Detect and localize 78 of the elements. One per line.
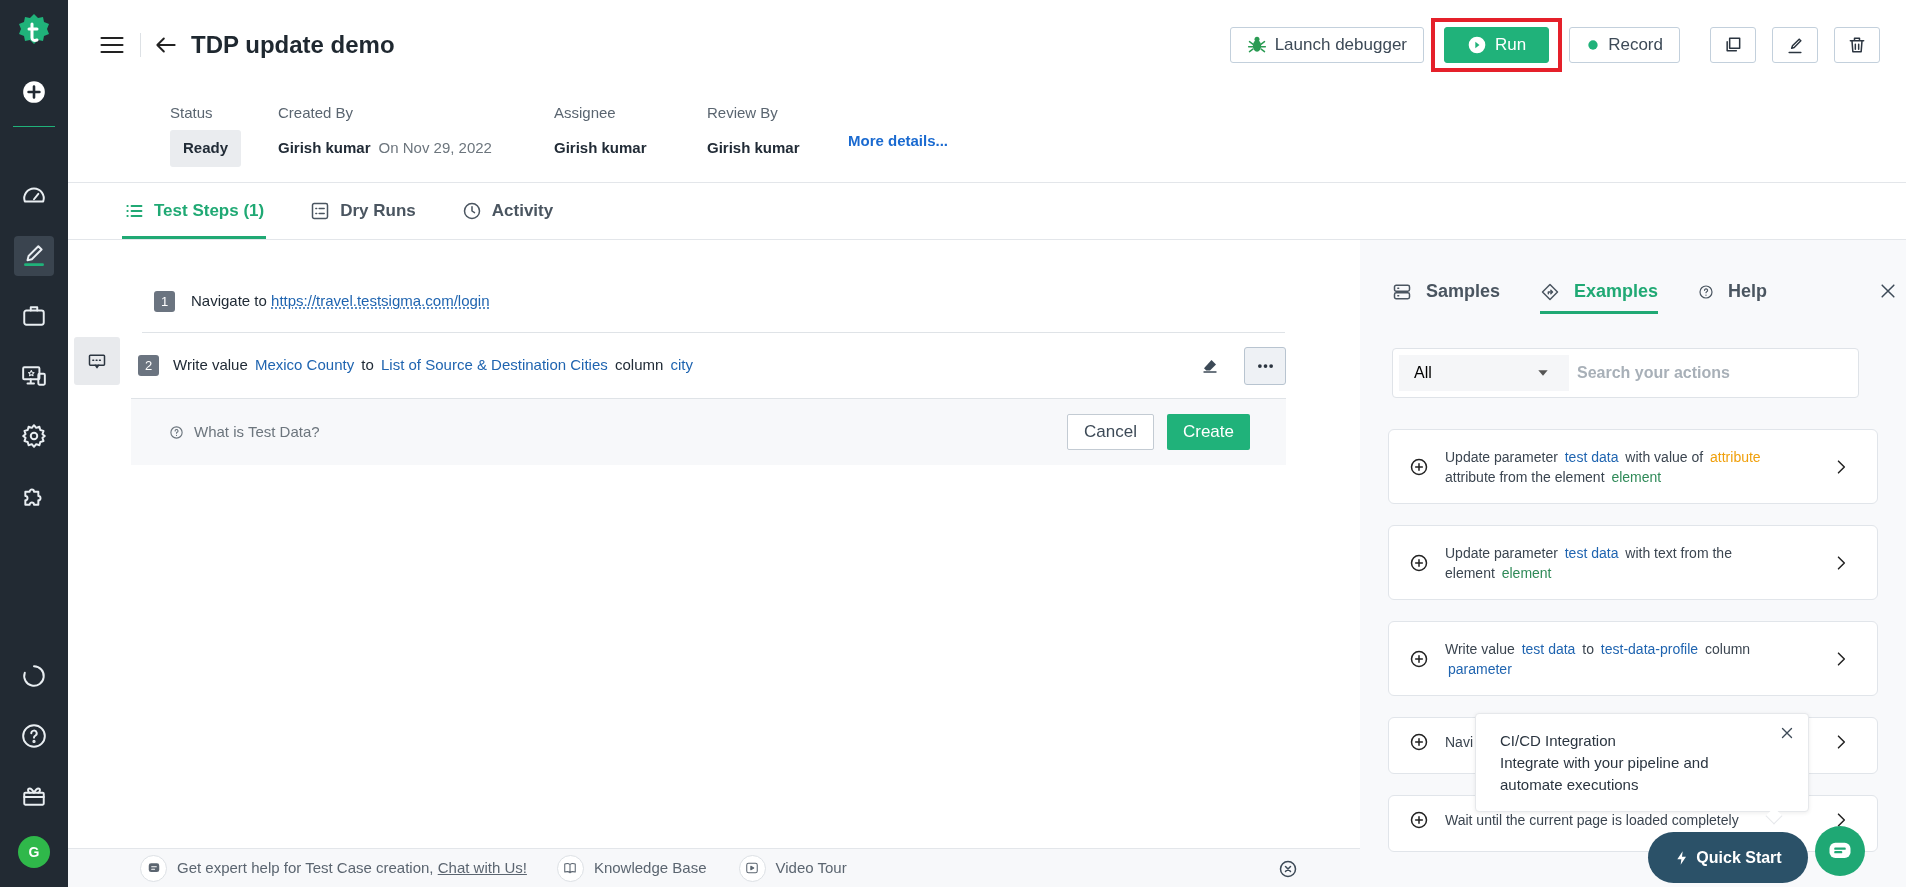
plus-circle-icon [1409,552,1429,573]
loading-icon [21,663,47,689]
url-link[interactable]: https://travel.testsigma.com/login [271,292,490,310]
search-bar[interactable]: All Search your actions [1392,348,1859,398]
record-dot-icon [1586,38,1601,52]
monitor-icon [21,363,47,389]
eraser-icon [1201,357,1219,376]
field-value: Girish kumar [707,138,800,159]
action-text: Wait until the current page is loaded completely [1445,810,1739,830]
step-text: Navigate to https://travel.testsigma.com/login [191,291,490,312]
quick-start-button[interactable]: Quick Start [1648,832,1808,883]
field-label: Status [170,103,214,123]
edit-button[interactable] [1772,27,1818,63]
copy-button[interactable] [1710,27,1756,63]
play-icon [1467,35,1487,55]
debug-button[interactable]: Launch debugger [1229,27,1424,63]
chat-icon [146,861,161,875]
tab[interactable]: Dry Runs [308,183,418,239]
help-link[interactable]: What is Test Data? [194,420,320,444]
field-value: Girish kumar [554,138,647,159]
more-details-link[interactable]: More details... [848,130,949,153]
action-text: Update parameter test data with value of attribute attribute from the element element [1445,447,1762,487]
plus-circle-icon [1409,456,1429,477]
step-text: Write value Mexico County to List of Source & Destination Cities column city [173,355,694,376]
checklist-icon [310,201,331,221]
comment-button[interactable] [74,337,120,385]
field-label: Review By [707,103,779,123]
tab[interactable]: Activity [459,183,556,239]
popover-text: Integrate with your pipeline and automate executions [1500,753,1710,795]
field-value: Girish kumar [278,138,371,159]
step-number: 2 [138,355,159,376]
video-icon [745,861,759,875]
sidebar-item[interactable] [14,236,54,276]
help-text: Get expert help for Test Case creation, Chat with Us! [177,857,527,878]
ellipsis-icon [1257,363,1273,368]
chat-link[interactable]: Chat with Us! [437,858,527,876]
action-card[interactable]: Update parameter test data with value of attribute attribute from the element element [1388,429,1878,504]
briefcase-icon [21,303,47,329]
copy-icon [1723,35,1743,55]
action-card[interactable]: Update parameter test data with text from the element element [1388,525,1878,600]
video-tour-link[interactable]: Video Tour [775,856,847,880]
plus-circle-icon [1409,648,1429,669]
panel-tab[interactable]: Samples [1392,278,1501,314]
help-icon [169,424,184,440]
action-text: Navi [1445,732,1473,752]
plus-circle-icon [1409,731,1429,752]
comment-icon [87,351,107,371]
bug-icon [1246,35,1267,55]
chat-button[interactable] [1815,826,1865,876]
help-icon [1698,283,1715,300]
field-note: On Nov 29, 2022 [378,138,492,159]
more-button[interactable] [1244,346,1286,385]
pencil-icon [21,243,47,269]
diamond-icon [1540,281,1561,302]
plus-circle-icon [1409,809,1429,830]
action-card[interactable]: Write value test data to test-data-profile column parameter [1388,621,1878,696]
field-label: Assignee [554,103,617,123]
knowledge-base-link[interactable]: Knowledge Base [593,856,707,880]
page-title: TDP update demo [191,30,395,60]
delete-icon [1847,35,1867,55]
delete-button[interactable] [1834,27,1880,63]
settings-icon [21,423,47,449]
record-button[interactable]: Record [1569,27,1680,63]
help-icon [21,723,47,749]
cancel-button[interactable]: Cancel [1067,414,1154,450]
edit-icon [1785,35,1805,55]
filter-dropdown[interactable]: All [1399,355,1569,391]
field-label: Created By [278,103,355,123]
close-circle-icon [1278,858,1298,879]
plus-icon [21,79,47,105]
panel-tab[interactable]: Help [1698,278,1768,314]
book-icon [563,861,578,875]
action-text: Write value test data to test-data-profile column parameter [1445,639,1752,679]
step-number: 1 [154,291,175,312]
action-text: Update parameter test data with text from the element element [1445,543,1733,583]
clock-icon [461,201,482,221]
popover-title: CI/CD Integration [1500,731,1617,751]
status-badge: Ready [170,130,242,167]
